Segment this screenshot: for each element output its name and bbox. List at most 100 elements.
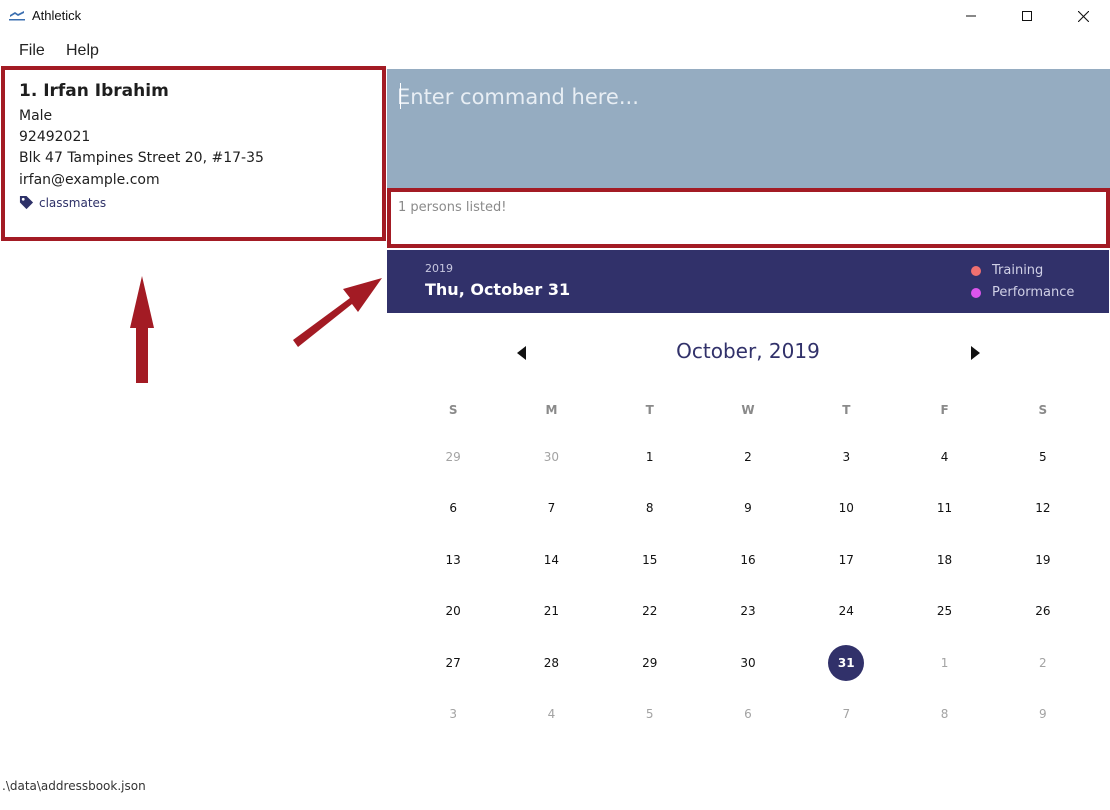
- calendar-day[interactable]: 8: [601, 490, 699, 526]
- calendar-day[interactable]: 27: [404, 645, 502, 681]
- calendar-day[interactable]: 17: [797, 542, 895, 578]
- weekday-label: M: [545, 403, 558, 417]
- calendar-day[interactable]: 3: [797, 439, 895, 475]
- day-number: 1: [940, 655, 949, 670]
- calendar-day[interactable]: 4: [502, 696, 600, 732]
- calendar-day[interactable]: 30: [699, 645, 797, 681]
- day-number: 2: [744, 449, 752, 464]
- calendar-day[interactable]: 7: [797, 696, 895, 732]
- calendar-day[interactable]: 19: [994, 542, 1092, 578]
- legend-item-training: Training: [971, 263, 1043, 278]
- weekday-label: W: [741, 403, 755, 417]
- next-month-button[interactable]: [968, 345, 982, 361]
- calendar-day[interactable]: 12: [994, 490, 1092, 526]
- calendar-day[interactable]: 23: [699, 593, 797, 629]
- calendar-day[interactable]: 25: [895, 593, 993, 629]
- close-button[interactable]: [1060, 0, 1106, 32]
- day-number: 1: [645, 449, 654, 464]
- day-number: 25: [936, 604, 953, 619]
- status-bar-path: .\data\addressbook.json: [2, 779, 146, 793]
- day-number: 31: [828, 644, 865, 681]
- calendar-week-row: 29 30 1 2 3 4 5: [404, 431, 1092, 483]
- calendar-day[interactable]: 1: [895, 645, 993, 681]
- day-number: 16: [740, 552, 756, 567]
- day-number: 6: [449, 501, 457, 516]
- tag-label: classmates: [39, 195, 107, 210]
- text-caret: [400, 83, 401, 109]
- weekday-label: S: [1038, 403, 1048, 417]
- day-number: 9: [744, 501, 752, 516]
- maximize-button[interactable]: [1004, 0, 1050, 32]
- calendar-day[interactable]: 24: [797, 593, 895, 629]
- calendar-day[interactable]: 2: [994, 645, 1092, 681]
- calendar-day[interactable]: 30: [502, 439, 600, 475]
- day-number: 30: [543, 449, 560, 464]
- result-display: 1 persons listed!: [387, 188, 1110, 248]
- day-number: 26: [1035, 604, 1051, 619]
- calendar-day[interactable]: 15: [601, 542, 699, 578]
- selected-date: Thu, October 31: [425, 280, 571, 299]
- calendar-day[interactable]: 7: [502, 490, 600, 526]
- day-number: 2: [1039, 655, 1047, 670]
- calendar-day[interactable]: 28: [502, 645, 600, 681]
- day-number: 7: [842, 707, 851, 722]
- legend-item-performance: Performance: [971, 285, 1074, 300]
- training-dot-icon: [971, 265, 981, 276]
- day-number: 20: [445, 604, 461, 619]
- calendar-week-row: 13 14 15 16 17 18 19: [404, 534, 1092, 586]
- calendar-week-row: 27 28 29 30 31 1 2: [404, 637, 1092, 689]
- diagonal-arrow-icon: [293, 278, 382, 347]
- calendar-day[interactable]: 10: [797, 490, 895, 526]
- person-email: irfan@example.com: [19, 172, 160, 188]
- day-number: 5: [645, 707, 654, 722]
- title-bar: Athletick: [0, 0, 1110, 32]
- calendar-day[interactable]: 9: [994, 696, 1092, 732]
- day-number: 28: [543, 655, 560, 670]
- calendar-day[interactable]: 9: [699, 490, 797, 526]
- calendar-week-row: 3 4 5 6 7 8 9: [404, 689, 1092, 741]
- calendar-day[interactable]: 5: [601, 696, 699, 732]
- day-number: 21: [543, 604, 560, 619]
- menu-help[interactable]: Help: [66, 42, 99, 60]
- calendar-day[interactable]: 14: [502, 542, 600, 578]
- calendar-day[interactable]: 21: [502, 593, 600, 629]
- calendar-day[interactable]: 8: [895, 696, 993, 732]
- calendar-day[interactable]: 3: [404, 696, 502, 732]
- day-number: 30: [740, 655, 756, 670]
- day-number: 13: [445, 552, 461, 567]
- calendar-day[interactable]: 18: [895, 542, 993, 578]
- calendar-day[interactable]: 22: [601, 593, 699, 629]
- menu-bar: File Help: [0, 38, 1110, 64]
- calendar-day[interactable]: 6: [404, 490, 502, 526]
- month-title: October, 2019: [676, 339, 820, 363]
- person-gender: Male: [19, 108, 53, 124]
- calendar-day[interactable]: 29: [404, 439, 502, 475]
- day-number: 18: [936, 552, 953, 567]
- menu-file[interactable]: File: [19, 42, 45, 60]
- calendar-grid: S M T W T F S 29 30 1 2 3 4 5 6 7 8 9 10 11 12 13 14 15 1…: [404, 395, 1092, 740]
- weekday-label: T: [842, 403, 851, 417]
- day-number: 24: [838, 604, 854, 619]
- person-card[interactable]: 1. Irfan Ibrahim Male 92492021 Blk 47 Ta…: [1, 66, 386, 241]
- command-input[interactable]: [397, 79, 1097, 115]
- calendar-day[interactable]: 26: [994, 593, 1092, 629]
- performance-dot-icon: [971, 287, 981, 298]
- calendar-day[interactable]: 20: [404, 593, 502, 629]
- calendar-day[interactable]: 5: [994, 439, 1092, 475]
- calendar-day[interactable]: 11: [895, 490, 993, 526]
- day-number: 15: [642, 552, 658, 567]
- calendar-day-selected[interactable]: 31: [797, 644, 895, 681]
- calendar-day[interactable]: 2: [699, 439, 797, 475]
- weekday-label: S: [448, 403, 458, 417]
- result-text: 1 persons listed!: [398, 200, 507, 215]
- calendar-day[interactable]: 4: [895, 439, 993, 475]
- day-number: 11: [936, 501, 953, 516]
- command-box: [387, 69, 1110, 189]
- calendar-day[interactable]: 29: [601, 645, 699, 681]
- calendar-day[interactable]: 16: [699, 542, 797, 578]
- calendar-day[interactable]: 13: [404, 542, 502, 578]
- calendar-day[interactable]: 1: [601, 439, 699, 475]
- day-number: 27: [445, 655, 461, 670]
- calendar-day[interactable]: 6: [699, 696, 797, 732]
- minimize-button[interactable]: [948, 0, 994, 32]
